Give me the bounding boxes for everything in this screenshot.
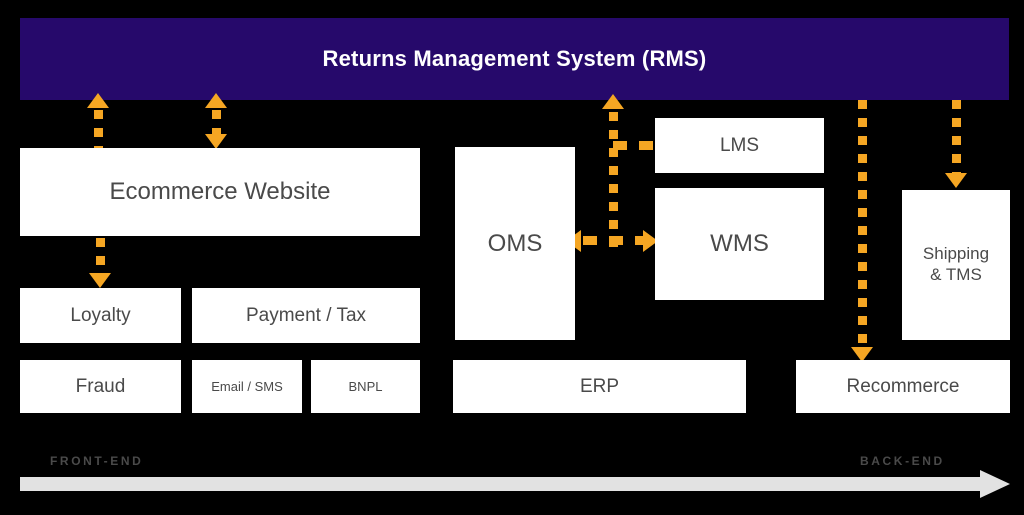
connector-rms-to-recommerce-line: [858, 100, 867, 350]
node-oms[interactable]: OMS: [455, 147, 575, 340]
node-ecommerce-website-label: Ecommerce Website: [109, 178, 331, 206]
connector-trunk-to-lms-line: [613, 141, 657, 150]
axis-arrow-icon: [980, 470, 1010, 498]
node-bnpl-label: BNPL: [348, 378, 383, 394]
node-recommerce-label: Recommerce: [846, 375, 960, 397]
connector-ecommerce-to-loyalty-line: [96, 238, 105, 274]
node-wms[interactable]: WMS: [655, 188, 824, 300]
node-email-sms-label: Email / SMS: [211, 378, 283, 394]
node-payment-tax[interactable]: Payment / Tax: [192, 288, 420, 343]
connector-rms-ecommerce-arrowhead-down: [205, 134, 227, 149]
node-erp-label: ERP: [579, 375, 620, 397]
connector-ecommerce-to-rms-line: [94, 110, 103, 148]
node-erp[interactable]: ERP: [453, 360, 746, 413]
node-fraud[interactable]: Fraud: [20, 360, 181, 413]
node-fraud-label: Fraud: [75, 375, 126, 397]
node-shipping-tms-line1: Shipping: [922, 244, 990, 264]
node-loyalty[interactable]: Loyalty: [20, 288, 181, 343]
node-shipping-tms-label: Shipping & TMS: [923, 244, 989, 285]
node-email-sms[interactable]: Email / SMS: [192, 360, 302, 413]
node-wms-label: WMS: [710, 230, 769, 258]
rms-banner-title: Returns Management System (RMS): [322, 46, 707, 71]
axis-label-back-end: BACK-END: [860, 454, 945, 468]
node-lms-label: LMS: [719, 134, 760, 156]
connector-oms-wms-to-rms-arrowhead: [602, 94, 624, 109]
rms-banner: Returns Management System (RMS): [20, 18, 1009, 100]
axis-label-front-end: FRONT-END: [50, 454, 144, 468]
node-bnpl[interactable]: BNPL: [311, 360, 420, 413]
node-shipping-tms-line2: & TMS: [930, 265, 982, 284]
node-shipping-tms[interactable]: Shipping & TMS: [902, 190, 1010, 340]
connector-oms-wms-to-rms-line: [609, 112, 618, 248]
node-recommerce[interactable]: Recommerce: [796, 360, 1010, 413]
diagram-canvas: Returns Management System (RMS) Ecommerc…: [0, 0, 1024, 515]
node-loyalty-label: Loyalty: [70, 304, 131, 326]
node-payment-tax-label: Payment / Tax: [245, 304, 367, 326]
node-lms[interactable]: LMS: [655, 118, 824, 173]
node-ecommerce-website[interactable]: Ecommerce Website: [20, 148, 420, 236]
connector-ecommerce-to-rms-arrowhead: [87, 93, 109, 108]
node-oms-label: OMS: [487, 229, 543, 257]
connector-rms-to-shipping-arrowhead: [945, 173, 967, 188]
connector-oms-wms-line: [583, 236, 649, 245]
connector-rms-ecommerce-arrowhead-up: [205, 93, 227, 108]
connector-rms-to-shipping-line: [952, 100, 961, 175]
axis-gradient-bar: [20, 477, 985, 491]
connector-ecommerce-to-loyalty-arrowhead: [89, 273, 111, 288]
